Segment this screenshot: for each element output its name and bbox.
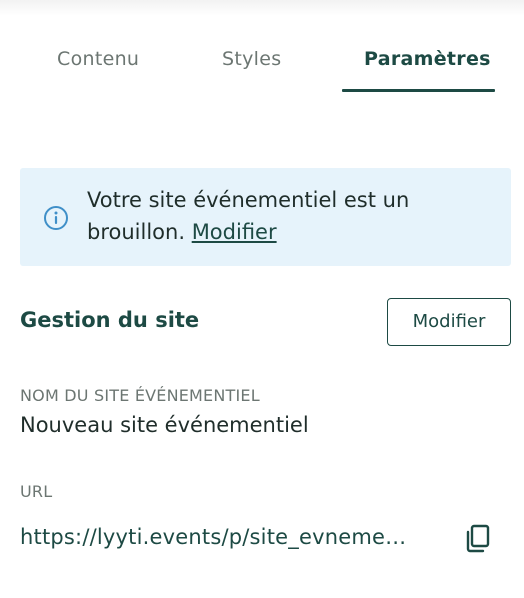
site-name-label: NOM DU SITE ÉVÉNEMENTIEL bbox=[20, 386, 260, 405]
tab-styles[interactable]: Styles bbox=[222, 48, 281, 70]
info-icon bbox=[42, 204, 70, 232]
site-name-value: Nouveau site événementiel bbox=[20, 413, 309, 437]
section-title: Gestion du site bbox=[20, 308, 200, 332]
active-tab-indicator bbox=[342, 89, 495, 92]
url-label: URL bbox=[20, 482, 53, 501]
tab-parametres[interactable]: Paramètres bbox=[364, 48, 491, 70]
notice-modify-link[interactable]: Modifier bbox=[192, 220, 277, 244]
url-value: https://lyyti.events/p/site_evnementiel bbox=[20, 525, 412, 549]
tab-contenu[interactable]: Contenu bbox=[57, 48, 139, 70]
tab-bar: Contenu Styles Paramètres bbox=[0, 0, 524, 92]
draft-notice: Votre site événementiel est un brouillon… bbox=[20, 168, 511, 266]
copy-icon[interactable] bbox=[462, 520, 496, 556]
modify-button[interactable]: Modifier bbox=[387, 298, 511, 346]
notice-text: Votre site événementiel est un brouillon… bbox=[87, 184, 487, 248]
